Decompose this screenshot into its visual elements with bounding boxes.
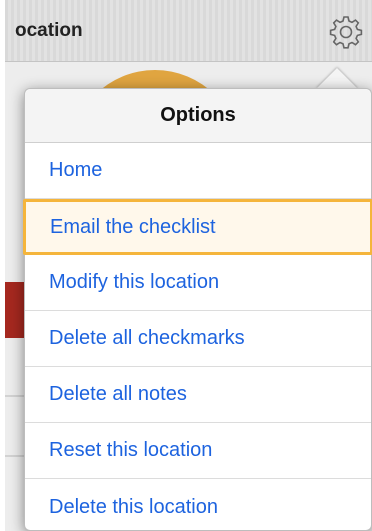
menu-item-delete-checkmarks[interactable]: Delete all checkmarks [25,311,371,367]
menu-item-modify-location[interactable]: Modify this location [25,255,371,311]
popover-title: Options [160,104,236,126]
options-popover: Options Home Email the checklist Modify … [23,88,372,531]
menu-item-email-checklist[interactable]: Email the checklist [23,199,372,255]
top-bar: ocation [5,0,372,62]
menu-item-reset-location[interactable]: Reset this location [25,423,371,479]
popover-caret [316,68,358,89]
gear-icon[interactable] [328,14,364,50]
menu-item-home[interactable]: Home [25,143,371,199]
popover-header: Options [25,89,371,143]
page-title: ocation [15,20,83,41]
menu-item-delete-notes[interactable]: Delete all notes [25,367,371,423]
menu-item-delete-location[interactable]: Delete this location [25,479,371,531]
